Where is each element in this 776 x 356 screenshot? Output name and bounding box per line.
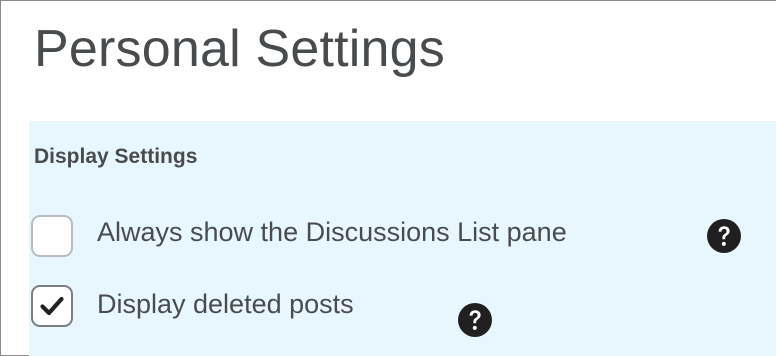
checkmark-icon xyxy=(40,296,64,316)
question-circle-icon[interactable] xyxy=(706,218,742,254)
display-deleted-posts-label: Display deleted posts xyxy=(97,289,354,319)
page-title: Personal Settings xyxy=(34,20,445,78)
display-settings-panel: Display Settings Always show the Discuss… xyxy=(29,121,776,356)
display-deleted-posts-checkbox[interactable] xyxy=(31,285,73,327)
always-show-discussions-list-checkbox[interactable] xyxy=(31,215,73,257)
section-heading: Display Settings xyxy=(34,145,198,168)
question-circle-icon[interactable] xyxy=(457,302,493,338)
always-show-discussions-list-label: Always show the Discussions List pane xyxy=(97,217,567,247)
settings-frame: Personal Settings Display Settings Alway… xyxy=(0,0,776,356)
